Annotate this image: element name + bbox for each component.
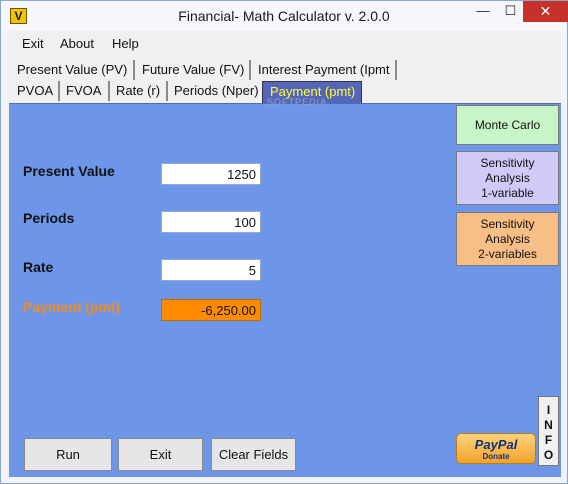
tab-interest-payment[interactable]: Interest Payment (Ipmt: [254, 60, 397, 80]
menu-exit[interactable]: Exit: [22, 36, 44, 51]
info-button[interactable]: I N F O: [538, 396, 559, 466]
tab-rate[interactable]: Rate (r): [112, 81, 168, 101]
minimize-button[interactable]: —: [469, 1, 497, 22]
softpedia-watermark: SOFTPEDIA: [267, 97, 328, 107]
present-value-input[interactable]: 1250: [161, 163, 261, 185]
periods-label: Periods: [23, 210, 75, 226]
periods-input[interactable]: 100: [161, 211, 261, 233]
menu-bar: Exit About Help: [9, 31, 561, 55]
tab-pvoa[interactable]: PVOA: [13, 81, 60, 101]
menu-about[interactable]: About: [60, 36, 94, 51]
rate-label: Rate: [23, 259, 54, 275]
payment-label: Payment (pmt): [23, 299, 121, 315]
sensitivity-2-line-2: Analysis: [485, 231, 530, 246]
info-letter-i: I: [546, 403, 551, 417]
sensitivity-2-line-1: Sensitivity: [480, 216, 535, 231]
sensitivity-1-variable-button[interactable]: Sensitivity Analysis 1-variable: [456, 151, 559, 205]
payment-result-field: -6,250.00: [161, 299, 261, 321]
info-letter-f: F: [544, 433, 553, 447]
sensitivity-1-line-3: 1-variable: [481, 185, 534, 200]
tab-future-value[interactable]: Future Value (FV): [138, 60, 251, 80]
sensitivity-1-line-1: Sensitivity: [480, 155, 535, 170]
rate-input[interactable]: 5: [161, 259, 261, 281]
monte-carlo-button[interactable]: Monte Carlo: [456, 105, 559, 145]
sensitivity-1-line-2: Analysis: [485, 170, 530, 185]
sensitivity-2-variables-button[interactable]: Sensitivity Analysis 2-variables: [456, 212, 559, 266]
tab-present-value[interactable]: Present Value (PV): [13, 60, 135, 80]
info-letter-n: N: [544, 418, 553, 432]
info-letter-o: O: [543, 448, 554, 462]
exit-button[interactable]: Exit: [118, 438, 203, 471]
paypal-donate-button[interactable]: PayPal Donate: [456, 433, 536, 464]
tab-periods[interactable]: Periods (Nper): [170, 81, 264, 101]
paypal-logo: PayPal: [474, 437, 518, 452]
sensitivity-2-line-3: 2-variables: [478, 246, 537, 261]
present-value-label: Present Value: [23, 163, 115, 179]
app-window: V Financial- Math Calculator v. 2.0.0 — …: [0, 0, 568, 484]
tab-fvoa[interactable]: FVOA: [62, 81, 110, 101]
title-bar: V Financial- Math Calculator v. 2.0.0 — …: [1, 1, 568, 31]
close-button[interactable]: ✕: [523, 1, 568, 22]
run-button[interactable]: Run: [24, 438, 112, 471]
paypal-donate-label: Donate: [482, 452, 510, 461]
clear-fields-button[interactable]: Clear Fields: [211, 438, 296, 471]
menu-help[interactable]: Help: [112, 36, 139, 51]
maximize-button[interactable]: ☐: [497, 1, 524, 22]
